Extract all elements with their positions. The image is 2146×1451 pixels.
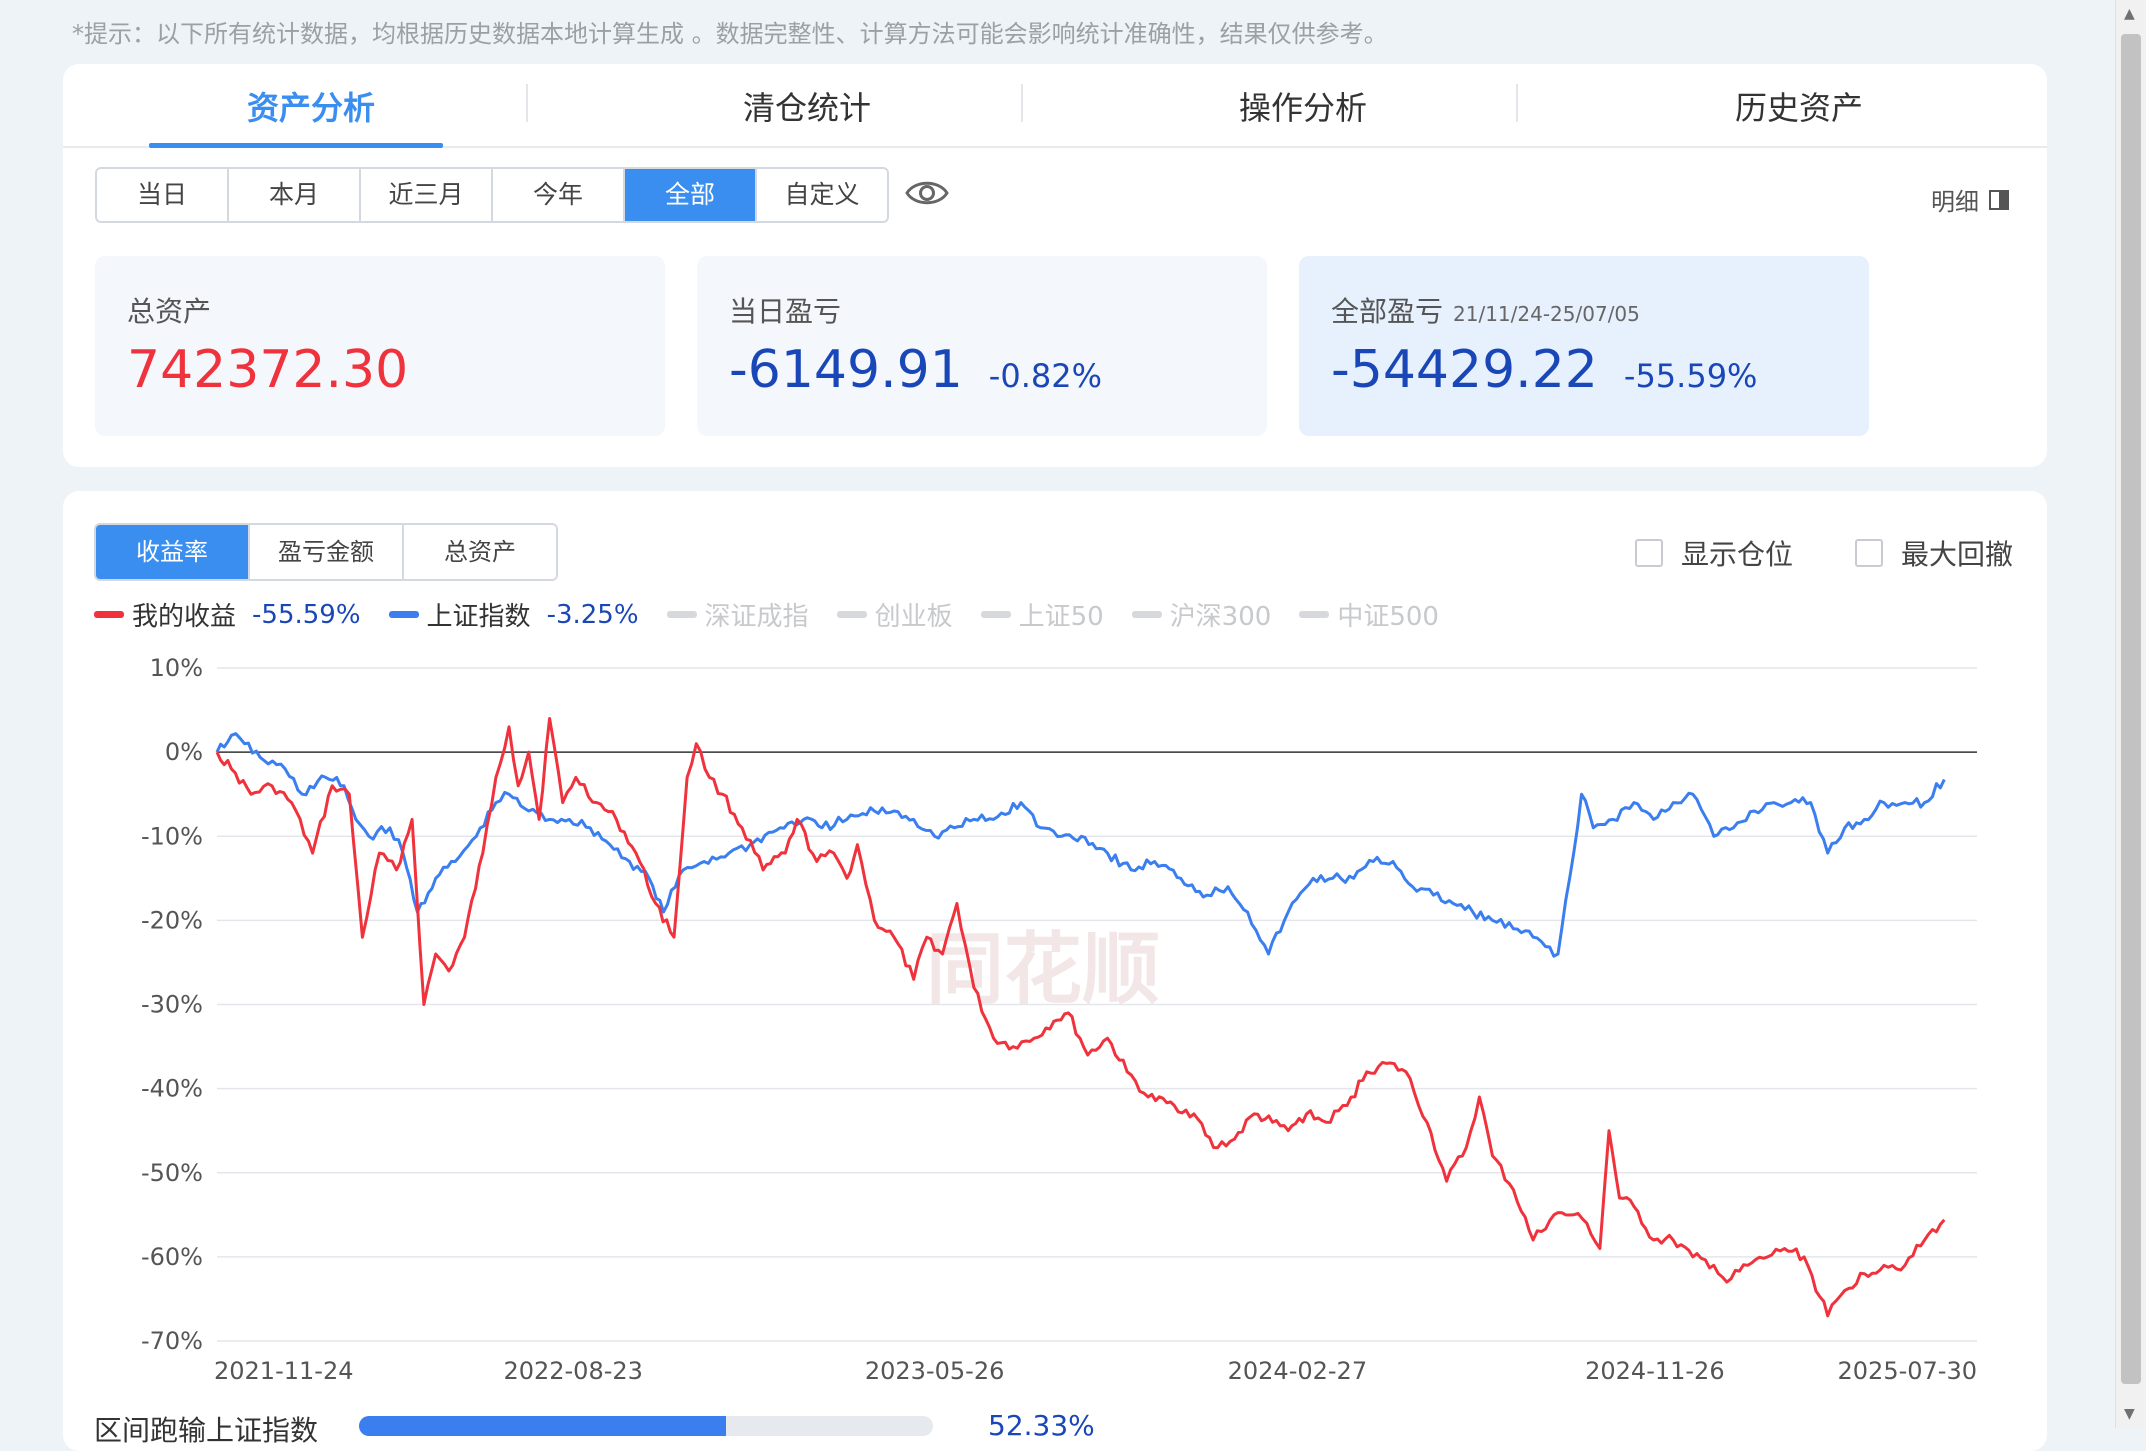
period-custom-button[interactable]: 自定义 <box>757 169 887 221</box>
total-pnl-percent: -55.59% <box>1623 357 1758 395</box>
tab-divider <box>1516 84 1518 122</box>
total-pnl-box[interactable]: 全部盈亏 21/11/24-25/07/05 -54429.22 -55.59% <box>1299 256 1869 436</box>
x-tick-label: 2024-02-27 <box>1228 1357 1367 1385</box>
legend-label: 创业板 <box>874 602 953 632</box>
daily-pnl-label: 当日盈亏 <box>729 295 842 328</box>
scroll-up-icon[interactable]: ▲ <box>2124 6 2135 22</box>
tab-clearance-stats[interactable]: 清仓统计 <box>559 64 1055 146</box>
main-tabs: 资产分析 清仓统计 操作分析 历史资产 <box>63 64 2047 148</box>
show-position-label: 显示仓位 <box>1681 538 1794 571</box>
legend-csi500[interactable]: 中证500 <box>1299 596 1439 633</box>
tab-asset-analysis[interactable]: 资产分析 <box>63 64 559 146</box>
eye-icon[interactable] <box>905 176 949 210</box>
checkbox-icon[interactable] <box>1855 539 1883 567</box>
y-tick-label: -40% <box>141 1075 203 1103</box>
chart-card: 同花顺 10% 0% -10% -20% -30% -40% -50% -60% -70% 2021… <box>63 491 2047 1451</box>
total-pnl-label: 全部盈亏 <box>1331 295 1444 328</box>
scrollbar-thumb[interactable] <box>2121 34 2141 1384</box>
daily-pnl-value: -6149.91 <box>729 340 963 400</box>
tab-operation-analysis[interactable]: 操作分析 <box>1055 64 1551 146</box>
checkbox-icon[interactable] <box>1635 539 1663 567</box>
x-tick-label: 2024-11-26 <box>1585 1357 1724 1385</box>
legend-sse50[interactable]: 上证50 <box>980 596 1104 633</box>
detail-label: 明细 <box>1931 188 1979 216</box>
legend-value: -3.25% <box>546 599 639 630</box>
y-tick-label: -50% <box>141 1159 203 1187</box>
daily-pnl-row: -6149.91 -0.82% <box>729 340 1102 400</box>
max-drawdown-checkbox[interactable]: 最大回撤 <box>1855 533 2013 573</box>
show-position-checkbox[interactable]: 显示仓位 <box>1635 533 1793 573</box>
legend-swatch <box>666 611 697 618</box>
return-chart[interactable]: 同花顺 10% 0% -10% -20% -30% -40% -50% -60% -70% 2021… <box>63 491 2047 1451</box>
active-tab-indicator <box>149 143 443 148</box>
x-tick-label: 2023-05-26 <box>865 1357 1004 1385</box>
y-tick-label: 10% <box>150 654 203 682</box>
legend-csi300[interactable]: 沪深300 <box>1131 596 1272 633</box>
chart-legend: 我的收益 -55.59% 上证指数 -3.25% 深证成指 创业板 上证50 沪… <box>94 596 1467 633</box>
legend-label: 中证500 <box>1337 602 1439 632</box>
total-pnl-label-row: 全部盈亏 21/11/24-25/07/05 <box>1331 290 1640 330</box>
daily-pnl-box: 当日盈亏 -6149.91 -0.82% <box>697 256 1267 436</box>
period-month-button[interactable]: 本月 <box>229 169 361 221</box>
total-pnl-value: -54429.22 <box>1331 340 1598 400</box>
tab-divider <box>526 84 528 122</box>
legend-label: 上证50 <box>1018 602 1104 632</box>
period-all-button[interactable]: 全部 <box>625 169 757 221</box>
legend-chinext[interactable]: 创业板 <box>836 596 953 633</box>
legend-label: 上证指数 <box>426 602 531 632</box>
metric-total-assets-button[interactable]: 总资产 <box>404 525 556 579</box>
legend-my-return[interactable]: 我的收益 -55.59% <box>94 596 361 633</box>
legend-shenzhen-component[interactable]: 深证成指 <box>666 596 809 633</box>
y-tick-label: -70% <box>141 1327 203 1355</box>
period-3months-button[interactable]: 近三月 <box>361 169 493 221</box>
y-tick-label: -10% <box>141 822 203 850</box>
metric-pnl-amount-button[interactable]: 盈亏金额 <box>250 525 404 579</box>
legend-swatch <box>388 611 419 618</box>
daily-pnl-percent: -0.82% <box>988 357 1102 395</box>
underperform-percent: 52.33% <box>988 1409 1095 1442</box>
legend-label: 深证成指 <box>704 602 809 632</box>
max-drawdown-label: 最大回撤 <box>1901 538 2014 571</box>
detail-toggle[interactable]: 明细 <box>1931 182 2009 217</box>
y-tick-label: -30% <box>141 991 203 1019</box>
total-assets-label: 总资产 <box>127 295 212 328</box>
legend-value: -55.59% <box>252 599 361 630</box>
tab-history-assets[interactable]: 历史资产 <box>1551 64 2047 146</box>
panel-toggle-icon <box>1989 189 2009 210</box>
summary-card: 资产分析 清仓统计 操作分析 历史资产 当日 本月 近三月 今年 全部 自定义 … <box>63 64 2047 467</box>
legend-swatch <box>1131 611 1162 618</box>
y-tick-label: -60% <box>141 1243 203 1271</box>
disclaimer-notice: *提示：以下所有统计数据，均根据历史数据本地计算生成 。数据完整性、计算方法可能… <box>72 20 1388 48</box>
underperform-label: 区间跑输上证指数 <box>94 1414 319 1447</box>
y-tick-label: -20% <box>141 906 203 934</box>
period-today-button[interactable]: 当日 <box>97 169 229 221</box>
total-assets-value: 742372.30 <box>127 340 409 400</box>
tab-divider <box>1021 84 1023 122</box>
underperform-bar <box>359 1416 933 1436</box>
x-tick-label: 2022-08-23 <box>503 1357 642 1385</box>
total-assets-box: 总资产 742372.30 <box>95 256 665 436</box>
period-selector: 当日 本月 近三月 今年 全部 自定义 <box>95 167 889 223</box>
vertical-scrollbar[interactable]: ▲ ▼ <box>2115 0 2146 1428</box>
legend-swatch <box>1299 611 1330 618</box>
legend-shanghai-index[interactable]: 上证指数 -3.25% <box>388 596 639 633</box>
my-return-line <box>215 717 1946 1318</box>
legend-swatch <box>836 611 867 618</box>
y-tick-label: 0% <box>165 738 203 766</box>
period-year-button[interactable]: 今年 <box>493 169 625 221</box>
shanghai-index-line <box>215 732 1946 958</box>
legend-swatch <box>980 611 1011 618</box>
legend-swatch <box>94 611 124 618</box>
legend-label: 我的收益 <box>132 602 237 632</box>
total-pnl-date-range: 21/11/24-25/07/05 <box>1453 302 1640 326</box>
metric-selector: 收益率 盈亏金额 总资产 <box>94 523 558 581</box>
x-tick-label: 2021-11-24 <box>214 1357 353 1385</box>
underperform-bar-fill <box>359 1416 727 1436</box>
total-pnl-row: -54429.22 -55.59% <box>1331 340 1757 400</box>
x-tick-label: 2025-07-30 <box>1838 1357 1977 1385</box>
metric-return-rate-button[interactable]: 收益率 <box>96 525 250 579</box>
watermark-text: 同花顺 <box>926 925 1160 1015</box>
legend-label: 沪深300 <box>1169 602 1272 632</box>
scroll-down-icon[interactable]: ▼ <box>2124 1406 2135 1422</box>
